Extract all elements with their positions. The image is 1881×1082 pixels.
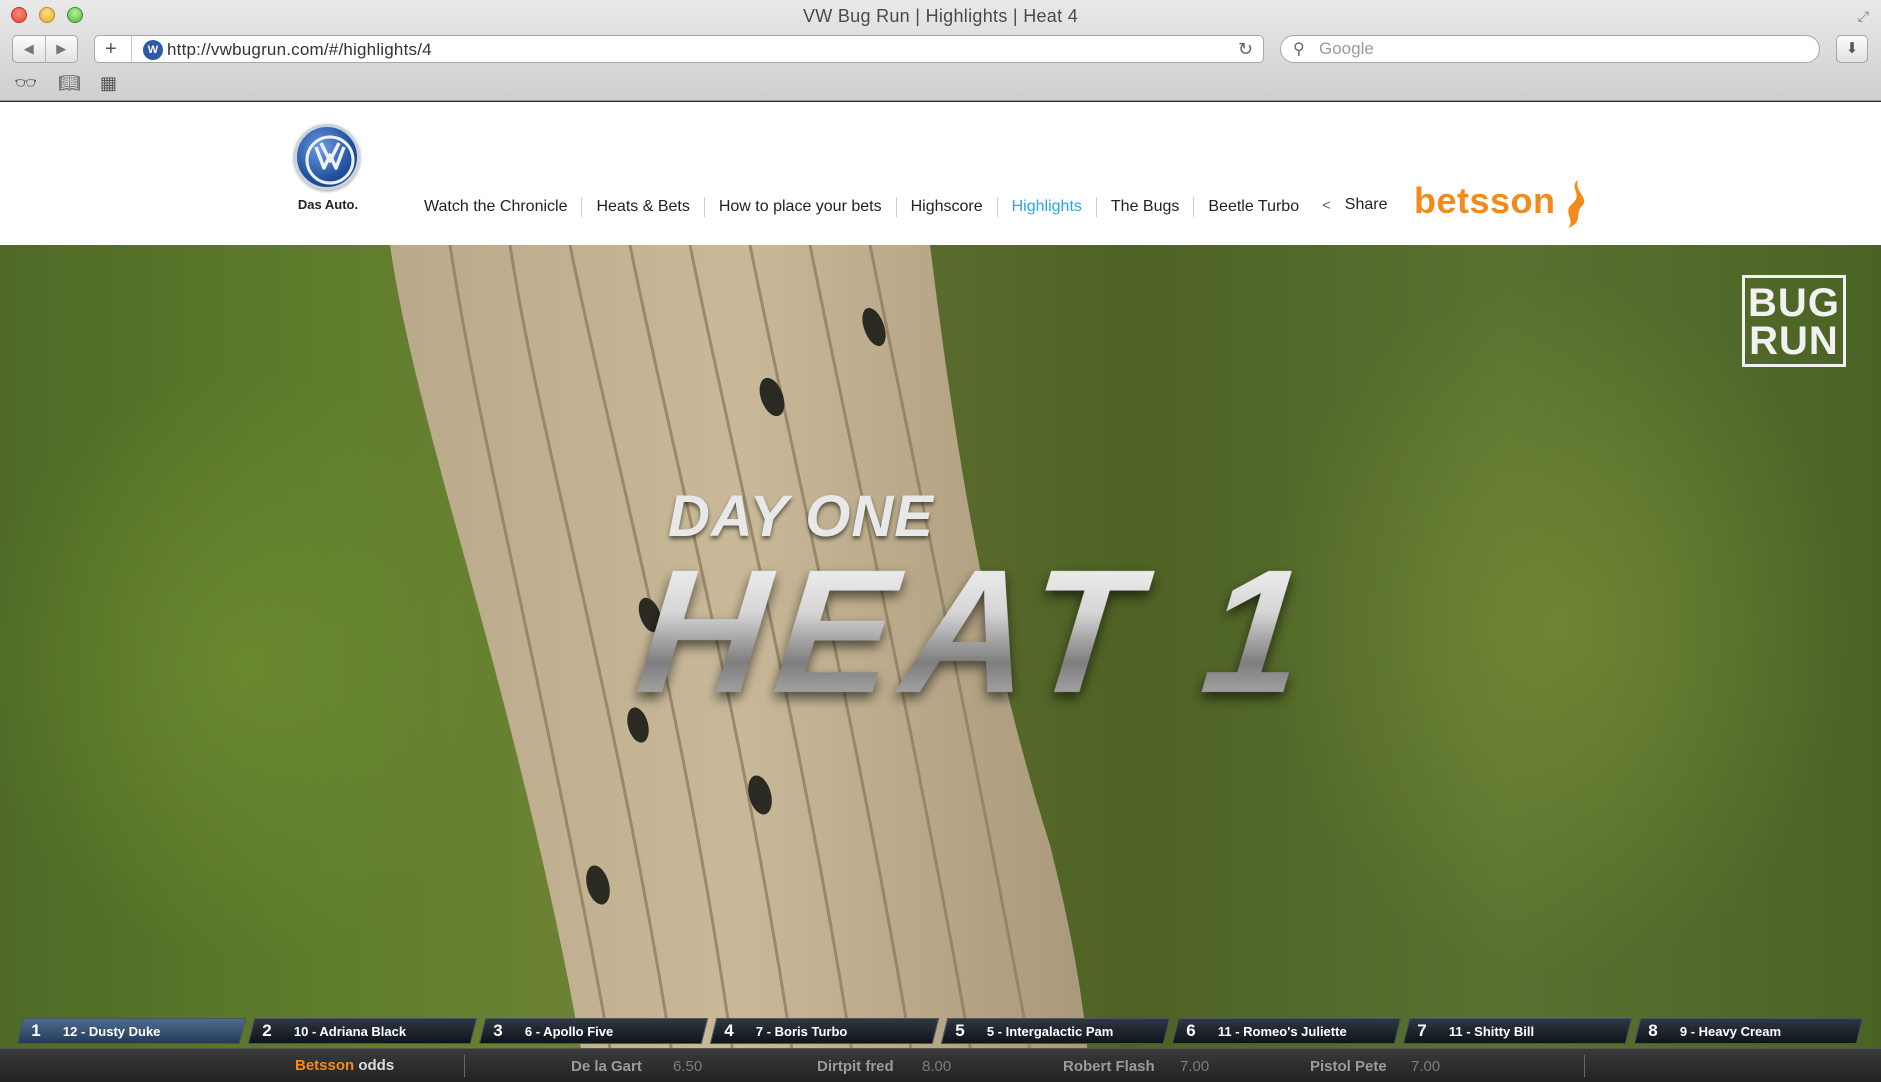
lane-label: 7 - Boris Turbo — [756, 1023, 848, 1039]
reading-list-glasses-icon[interactable]: 👓︎ — [14, 73, 37, 94]
odds-entry-name: Dirtpit fred — [817, 1058, 894, 1075]
reload-icon[interactable]: ↻ — [1238, 39, 1253, 60]
lane-number: 7 — [1417, 1021, 1427, 1040]
betsson-flame-icon — [1568, 180, 1585, 228]
bug-run-logo: BUG RUN — [1742, 275, 1846, 367]
address-bar[interactable]: + W http://vwbugrun.com/#/highlights/4 ↻ — [94, 35, 1264, 63]
bug-run-logo-bottom: RUN — [1749, 319, 1839, 363]
bookmarks-book-icon[interactable]: 📖︎ — [58, 73, 81, 94]
lane-number: 3 — [493, 1021, 503, 1040]
lane-label: 11 - Romeo's Juliette — [1218, 1023, 1347, 1039]
lane-label: 5 - Intergalactic Pam — [987, 1023, 1114, 1039]
address-divider — [131, 36, 132, 62]
odds-brand: Betsson — [295, 1057, 355, 1074]
new-tab-plus-icon[interactable]: + — [105, 38, 117, 61]
title-bar: VW Bug Run | Highlights | Heat 4 ⤢ — [0, 0, 1881, 32]
search-bar[interactable]: ⚲ — [1280, 35, 1820, 63]
bug-run-logo-top: BUG — [1748, 281, 1840, 325]
video-player[interactable]: BUG RUN DAY ONE HEAT 1 — [0, 245, 1881, 1049]
odds-word: odds — [358, 1057, 395, 1074]
bookmarks-bar: 👓︎ 📖︎ ▦ — [0, 70, 1881, 100]
lane-bar: 1 12 - Dusty Duke 2 10 - Adriana Black 3… — [16, 1018, 1864, 1046]
odds-entry-value: 6.50 — [673, 1058, 703, 1075]
lane-item[interactable]: 4 7 - Boris Turbo — [709, 1018, 940, 1044]
odds-ticker: Betsson odds De la Gart 6.50 Dirtpit fre… — [0, 1048, 1881, 1082]
overlay-heat-title: HEAT 1 — [629, 531, 1323, 733]
nav-watch-the-chronicle[interactable]: Watch the Chronicle — [410, 197, 581, 217]
back-arrow-icon[interactable]: ◀ — [13, 36, 46, 62]
history-nav: ◀ ▶ — [12, 35, 78, 63]
nav-how-to-place-bets[interactable]: How to place your bets — [703, 197, 896, 217]
search-icon: ⚲ — [1293, 41, 1305, 58]
sponsor-logo[interactable]: betsson — [1414, 180, 1556, 222]
browser-chrome: VW Bug Run | Highlights | Heat 4 ⤢ ◀ ▶ +… — [0, 0, 1881, 101]
downloads-icon[interactable]: ⬇ — [1836, 35, 1868, 63]
forward-arrow-icon[interactable]: ▶ — [46, 36, 78, 62]
lane-item[interactable]: 5 5 - Intergalactic Pam — [940, 1018, 1171, 1044]
lane-number: 2 — [262, 1021, 272, 1040]
odds-entry-name: Pistol Pete — [1310, 1058, 1387, 1075]
top-sites-grid-icon[interactable]: ▦ — [100, 73, 117, 94]
share-button[interactable]: < Share — [1322, 196, 1387, 214]
share-label: Share — [1344, 196, 1388, 213]
odds-divider — [1584, 1055, 1585, 1077]
nav-beetle-turbo[interactable]: Beetle Turbo — [1193, 197, 1313, 217]
lane-number: 6 — [1186, 1021, 1196, 1040]
odds-title: Betsson odds — [295, 1057, 394, 1074]
vw-logo[interactable] — [294, 124, 360, 190]
lane-label: 12 - Dusty Duke — [63, 1023, 161, 1039]
fullscreen-icon[interactable]: ⤢ — [1858, 8, 1869, 25]
search-input[interactable] — [1319, 39, 1799, 59]
lane-number: 1 — [31, 1021, 41, 1040]
nav-heats-and-bets[interactable]: Heats & Bets — [581, 197, 703, 217]
share-icon: < — [1322, 196, 1331, 214]
vw-emblem-icon — [305, 135, 355, 185]
browser-toolbar: ◀ ▶ + W http://vwbugrun.com/#/highlights… — [0, 33, 1881, 69]
window-title: VW Bug Run | Highlights | Heat 4 — [802, 6, 1079, 26]
odds-entry-name: De la Gart — [571, 1058, 642, 1075]
lane-label: 11 - Shitty Bill — [1449, 1023, 1535, 1039]
url-text[interactable]: http://vwbugrun.com/#/highlights/4 — [167, 40, 432, 60]
nav-highscore[interactable]: Highscore — [895, 197, 997, 217]
lane-label: 9 - Heavy Cream — [1680, 1023, 1782, 1039]
lane-item[interactable]: 2 10 - Adriana Black — [247, 1018, 478, 1044]
odds-entry-name: Robert Flash — [1063, 1058, 1155, 1075]
lane-number: 4 — [724, 1021, 734, 1040]
main-nav: Watch the Chronicle Heats & Bets How to … — [410, 196, 1313, 218]
nav-the-bugs[interactable]: The Bugs — [1095, 197, 1193, 217]
lane-item[interactable]: 6 11 - Romeo's Juliette — [1171, 1018, 1402, 1044]
lane-label: 10 - Adriana Black — [294, 1023, 407, 1039]
lane-number: 5 — [955, 1021, 965, 1040]
lane-item[interactable]: 1 12 - Dusty Duke — [16, 1018, 247, 1044]
lane-item[interactable]: 8 9 - Heavy Cream — [1633, 1018, 1864, 1044]
site-favicon-icon: W — [143, 40, 163, 60]
nav-highlights[interactable]: Highlights — [996, 197, 1096, 217]
site-header: Das Auto. Watch the Chronicle Heats & Be… — [0, 102, 1881, 245]
lane-number: 8 — [1648, 1021, 1658, 1040]
brand-tagline: Das Auto. — [297, 197, 359, 212]
odds-entry-value: 7.00 — [1180, 1058, 1210, 1075]
odds-entry-value: 7.00 — [1411, 1058, 1441, 1075]
lane-label: 6 - Apollo Five — [525, 1023, 614, 1039]
odds-divider — [464, 1055, 465, 1077]
lane-item[interactable]: 7 11 - Shitty Bill — [1402, 1018, 1633, 1044]
odds-entry-value: 8.00 — [922, 1058, 952, 1075]
lane-item[interactable]: 3 6 - Apollo Five — [478, 1018, 709, 1044]
